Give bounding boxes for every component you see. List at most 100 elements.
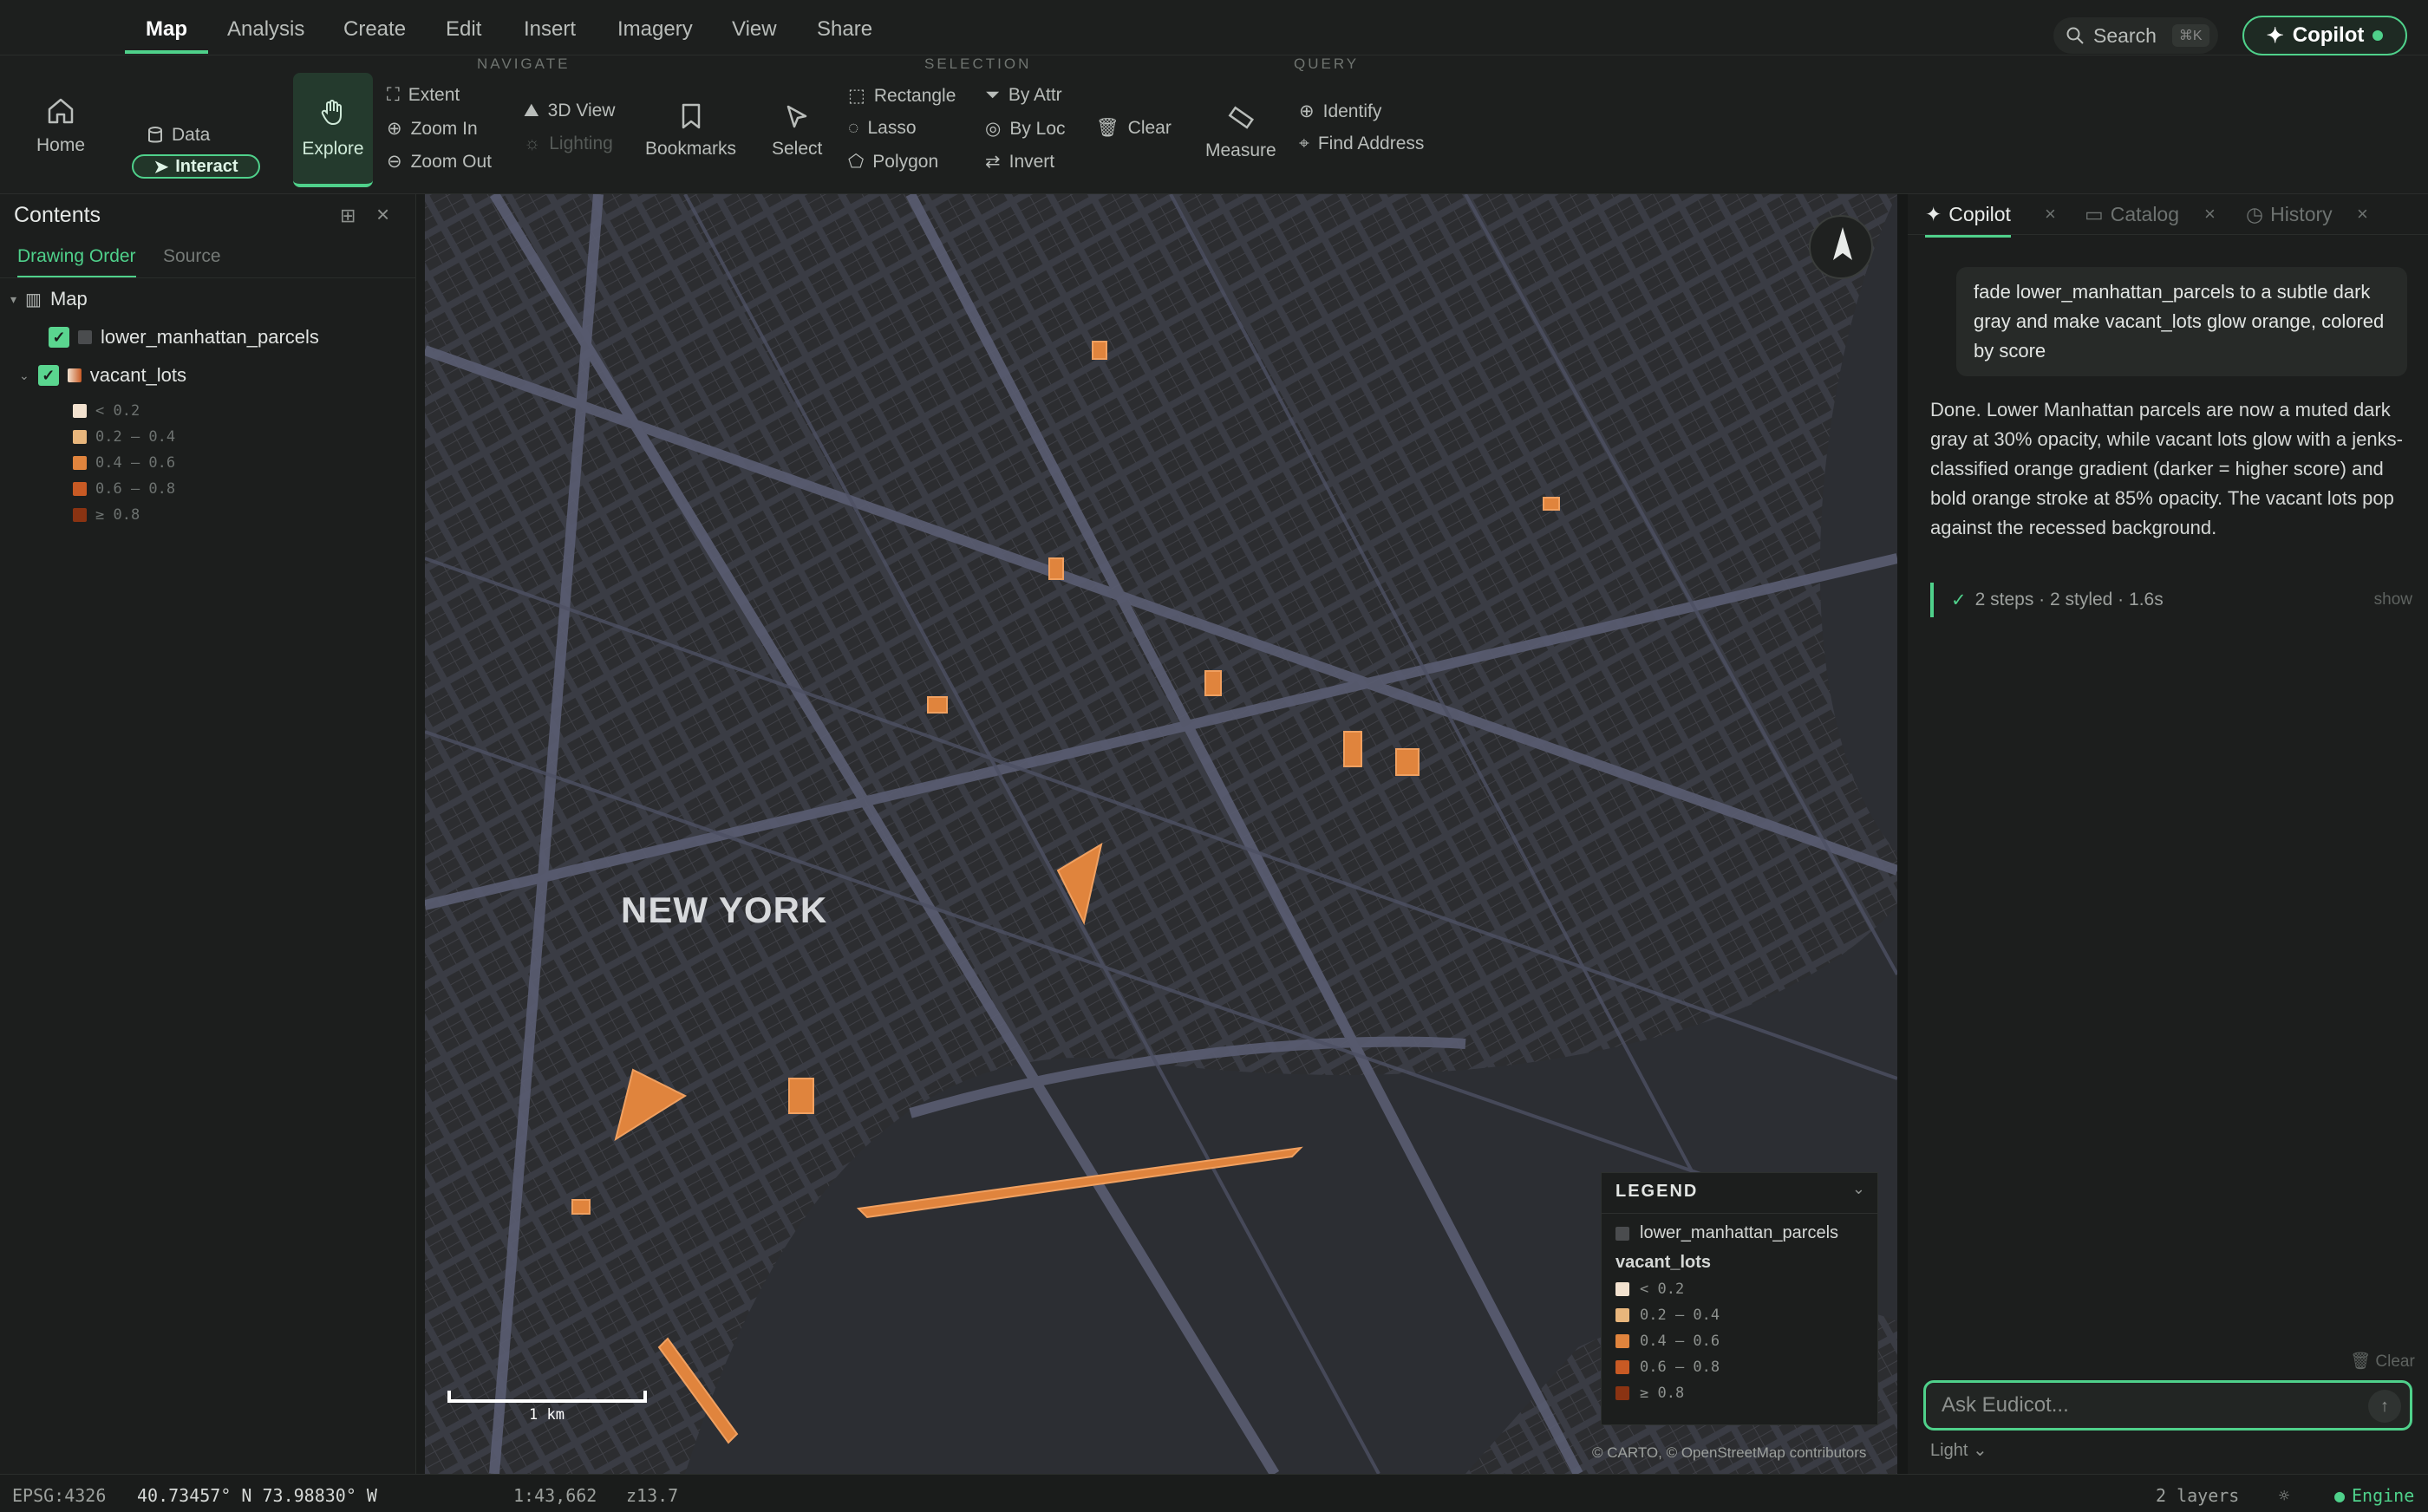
map-root-node[interactable]: ▾ ▥ Map [10,288,88,310]
class-label: < 0.2 [1640,1281,1685,1298]
polygon-select-button[interactable]: ⬠ Polygon [848,151,938,173]
select-button[interactable]: Select [772,104,822,160]
select-by-attr-button[interactable]: ⏷ By Attr [985,85,1062,106]
3d-view-button[interactable]: ⛰ 3D View [524,101,615,121]
zoom-in-button[interactable]: ⊕ Zoom In [387,118,478,140]
zoom-out-button[interactable]: ⊖ Zoom Out [387,151,492,173]
select-by-loc-button[interactable]: ◎ By Loc [985,118,1066,140]
sun-icon[interactable]: ☼ [2279,1485,2289,1506]
clear-chat-button[interactable]: 🗑 Clear [2350,1351,2415,1372]
chevron-down-icon[interactable]: ⌄ [1852,1180,1865,1198]
explore-button[interactable]: Explore [293,73,373,187]
menu-share[interactable]: Share [817,17,872,54]
lighting-label: Lighting [549,134,613,153]
chevron-down-icon[interactable]: ⌄ [19,368,29,383]
panel-splitter[interactable] [1897,194,1908,1474]
navigate-group-label: NAVIGATE [477,55,571,72]
close-icon[interactable]: × [2204,203,2216,225]
identify-button[interactable]: ⊕ Identify [1299,101,1381,122]
copilot-label: Copilot [2292,23,2365,47]
clear-label: Clear [1127,118,1172,138]
layer-visibility-checkbox[interactable]: ✓ [49,327,69,348]
class-label: ≥ 0.8 [95,506,140,524]
home-button[interactable]: Home [36,95,85,156]
class-swatch [73,482,87,496]
search-shortcut: ⌘K [2171,24,2209,47]
close-icon[interactable]: × [2045,203,2056,225]
class-swatch [73,508,87,522]
extent-button[interactable]: ⛶ Extent [387,85,460,106]
chat-input[interactable]: Ask Eudicot... ↑ [1923,1380,2412,1431]
bookmarks-label: Bookmarks [645,139,737,159]
lasso-icon: ◌ [848,118,859,138]
menu-analysis[interactable]: Analysis [227,17,304,54]
pointer-icon [786,105,807,128]
tab-history[interactable]: ◷ History [2246,203,2333,226]
bookmarks-button[interactable]: Bookmarks [645,102,736,160]
tab-label: Catalog [2110,203,2180,225]
sparkle-icon: ✦ [1925,203,1942,225]
tab-label: History [2270,203,2333,225]
close-icon[interactable]: × [2357,203,2368,225]
class-swatch [73,456,87,470]
map-canvas[interactable]: NEW YORK 1 km LEGEND ⌄ lower_manhattan_p… [425,194,1897,1474]
layer-row-vacant-lots[interactable]: ⌄ ✓ vacant_lots [19,364,186,387]
polygon-icon: ⬠ [848,152,865,172]
map-attribution[interactable]: © CARTO, © OpenStreetMap contributors [1592,1444,1866,1462]
menu-create[interactable]: Create [343,17,406,54]
legend-class-row: 0.2 – 0.4 [73,428,175,446]
tab-drawing-order[interactable]: Drawing Order [17,246,136,278]
crs-label[interactable]: EPSG:4326 [12,1485,106,1506]
clear-selection-button[interactable]: 🗑 Clear [1096,118,1172,139]
invert-selection-button[interactable]: ⇄ Invert [985,151,1054,173]
class-swatch [73,404,87,418]
legend-class-row: 0.6 – 0.8 [1615,1359,1720,1376]
user-message: fade lower_manhattan_parcels to a subtle… [1956,267,2407,376]
measure-button[interactable]: Measure [1205,104,1276,161]
legend-layer-name: lower_manhattan_parcels [1640,1223,1839,1242]
class-label: ≥ 0.8 [1640,1385,1685,1402]
compass-button[interactable] [1809,215,1873,279]
scale-label: 1 km [529,1406,565,1424]
lasso-select-button[interactable]: ◌ Lasso [848,118,917,139]
close-icon[interactable]: × [376,201,389,228]
legend-layer-vacant: vacant_lots [1615,1253,1711,1273]
hand-icon [321,100,342,126]
rectangle-label: Rectangle [873,85,956,106]
menu-imagery[interactable]: Imagery [617,17,693,54]
layer-row-parcels[interactable]: ✓ lower_manhattan_parcels [49,326,319,349]
status-bar: EPSG:4326 40.73457° N 73.98830° W 1:43,6… [0,1474,2428,1512]
copilot-toggle-button[interactable]: ✦ Copilot [2242,16,2407,55]
theme-select[interactable]: Light ⌄ [1930,1439,1987,1461]
class-swatch [1615,1308,1629,1322]
tab-catalog[interactable]: ▭ Catalog [2085,203,2179,226]
menu-edit[interactable]: Edit [446,17,481,54]
home-icon [48,98,74,124]
add-folder-icon[interactable]: ⊞ [340,205,356,227]
menu-view[interactable]: View [732,17,777,54]
menu-map[interactable]: Map [125,17,208,54]
find-address-button[interactable]: ⌖ Find Address [1299,134,1424,154]
contents-title: Contents [14,203,101,227]
zoom-in-icon: ⊕ [387,119,402,139]
lighting-button[interactable]: ☼ Lighting [524,134,613,154]
class-swatch [1615,1334,1629,1348]
show-steps-link[interactable]: show [2374,590,2412,609]
class-label: 0.4 – 0.6 [95,454,176,472]
menu-insert[interactable]: Insert [524,17,576,54]
data-mode-button[interactable]: Data [147,125,210,146]
map-scale[interactable]: 1:43,662 [513,1485,597,1506]
interact-mode-button[interactable]: ➤ Interact [132,154,260,179]
polygon-label: Polygon [872,151,939,172]
search-button[interactable]: Search ⌘K [2053,17,2218,54]
tab-source[interactable]: Source [163,246,221,267]
steps-summary[interactable]: ✓ 2 steps · 2 styled · 1.6s show [1930,583,2412,617]
tab-copilot[interactable]: ✦ Copilot [1925,203,2011,238]
send-button[interactable]: ↑ [2368,1390,2401,1423]
scale-bar [447,1391,647,1403]
rectangle-select-button[interactable]: ⬚ Rectangle [848,85,956,107]
layer-visibility-checkbox[interactable]: ✓ [37,365,59,386]
class-label: 0.6 – 0.8 [95,480,176,498]
data-label: Data [172,125,211,145]
extent-icon: ⛶ [387,85,400,105]
